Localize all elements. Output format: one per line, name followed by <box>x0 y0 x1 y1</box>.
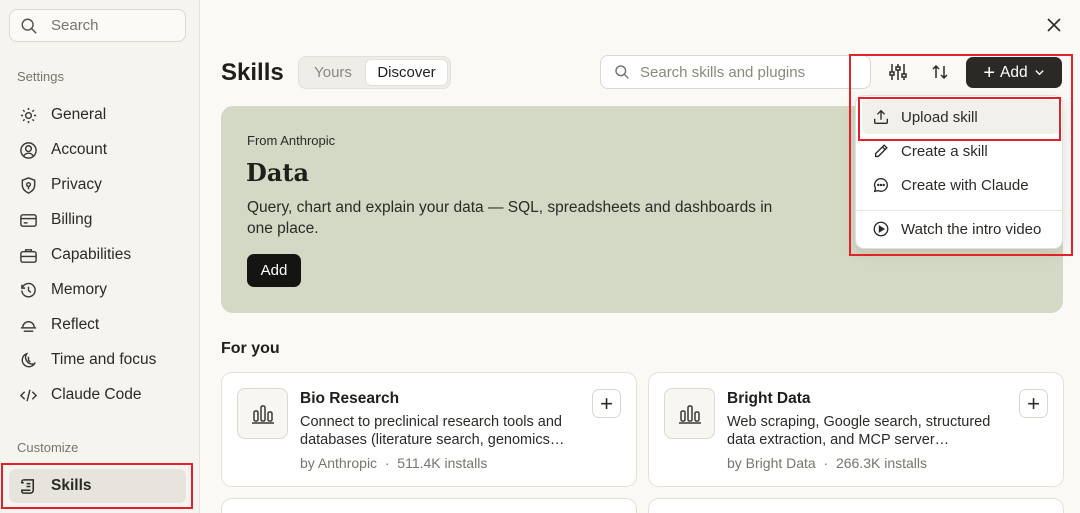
sidebar-search-placeholder: Search <box>51 17 99 34</box>
tab-discover[interactable]: Discover <box>365 59 448 86</box>
briefcase-icon <box>18 245 38 265</box>
card-author: by Anthropic <box>300 455 378 471</box>
sidebar: Search Settings General Account Privacy … <box>0 0 200 513</box>
skill-card-partial[interactable] <box>221 498 637 513</box>
sidebar-item-claude-code[interactable]: Claude Code <box>9 378 186 412</box>
chat-bubble-icon <box>873 178 888 193</box>
close-icon <box>1047 18 1061 32</box>
bar-chart-icon <box>237 388 288 439</box>
menu-divider <box>856 210 1062 211</box>
card-author: by Bright Data <box>727 455 816 471</box>
card-installs: 266.3K installs <box>835 455 928 471</box>
shield-icon <box>18 175 38 195</box>
sidebar-item-reflect[interactable]: Reflect <box>9 308 186 342</box>
tab-group: Yours Discover <box>298 56 451 89</box>
sidebar-item-label: Memory <box>51 281 107 298</box>
user-circle-icon <box>18 140 38 160</box>
meta-separator: · <box>380 455 394 471</box>
sidebar-item-memory[interactable]: Memory <box>9 273 186 307</box>
card-installs: 511.4K installs <box>397 455 488 471</box>
menu-item-label: Create with Claude <box>901 176 1029 194</box>
sidebar-item-account[interactable]: Account <box>9 133 186 167</box>
banner-kicker: From Anthropic <box>247 133 336 148</box>
sidebar-item-label: Privacy <box>51 176 102 193</box>
sidebar-search-input[interactable]: Search <box>9 9 186 42</box>
sliders-icon <box>889 64 907 80</box>
card-title: Bio Research <box>300 390 400 407</box>
sort-button[interactable] <box>928 60 952 84</box>
card-add-button[interactable]: + <box>592 389 621 418</box>
banner-title: Data <box>246 158 309 187</box>
tab-yours[interactable]: Yours <box>302 59 364 86</box>
add-button-label: Add <box>1000 63 1028 81</box>
skill-card-bio-research[interactable]: Bio Research Connect to preclinical rese… <box>221 372 637 487</box>
sidebar-item-capabilities[interactable]: Capabilities <box>9 238 186 272</box>
page-title: Skills <box>221 59 284 86</box>
search-icon <box>615 65 629 79</box>
close-button[interactable] <box>1043 14 1065 36</box>
menu-item-label: Create a skill <box>901 142 988 160</box>
menu-item-create-a-skill[interactable]: Create a skill <box>862 134 1058 168</box>
play-circle-icon <box>873 221 889 237</box>
card-description: Web scraping, Google search, structured … <box>727 414 991 448</box>
sidebar-item-skills[interactable]: Skills <box>9 469 186 503</box>
plus-icon: + <box>1027 390 1040 416</box>
sidebar-item-label: Billing <box>51 211 93 228</box>
section-settings-label: Settings <box>17 69 64 84</box>
add-dropdown-menu: Upload skill Create a skill Create with … <box>855 95 1063 249</box>
skill-card-bright-data[interactable]: Bright Data Web scraping, Google search,… <box>648 372 1064 487</box>
bar-chart-icon <box>664 388 715 439</box>
plus-icon: + <box>600 390 613 416</box>
moon-icon <box>18 350 38 370</box>
banner-description: Query, chart and explain your data — SQL… <box>247 199 773 237</box>
menu-item-label: Upload skill <box>901 108 978 126</box>
scroll-icon <box>18 476 38 496</box>
add-button[interactable]: + Add <box>966 57 1062 88</box>
sidebar-item-time-and-focus[interactable]: Time and focus <box>9 343 186 377</box>
skills-search-box[interactable] <box>600 55 871 89</box>
credit-card-icon <box>18 210 38 230</box>
sidebar-item-general[interactable]: General <box>9 98 186 132</box>
sidebar-item-label: Claude Code <box>51 386 142 403</box>
sidebar-item-label: Skills <box>51 477 92 494</box>
sidebar-item-privacy[interactable]: Privacy <box>9 168 186 202</box>
reflect-icon <box>18 315 38 335</box>
skill-card-partial[interactable] <box>648 498 1064 513</box>
banner-add-button[interactable]: Add <box>247 254 301 287</box>
sidebar-item-label: Account <box>51 141 108 158</box>
menu-item-watch-intro-video[interactable]: Watch the intro video <box>862 212 1058 246</box>
filter-button[interactable] <box>886 60 910 84</box>
chevron-down-icon <box>1034 70 1044 76</box>
sidebar-item-label: Reflect <box>51 316 100 333</box>
meta-separator: · <box>819 455 833 471</box>
menu-item-create-with-claude[interactable]: Create with Claude <box>862 168 1058 202</box>
code-icon <box>18 385 38 405</box>
sidebar-item-label: Time and focus <box>51 351 157 368</box>
section-heading-for-you: For you <box>221 340 280 357</box>
card-meta: by Bright Data · 266.3K installs <box>727 455 927 471</box>
history-icon <box>18 280 38 300</box>
pencil-icon <box>874 144 888 158</box>
upload-icon <box>874 109 888 124</box>
menu-item-upload-skill[interactable]: Upload skill <box>862 100 1058 134</box>
search-icon <box>21 18 37 34</box>
sidebar-item-label: General <box>51 106 107 123</box>
menu-item-label: Watch the intro video <box>901 220 1042 238</box>
gear-icon <box>18 105 38 125</box>
card-description: Connect to preclinical research tools an… <box>300 414 565 448</box>
skills-search-input[interactable] <box>640 63 860 81</box>
card-meta: by Anthropic · 511.4K installs <box>300 455 487 471</box>
sidebar-item-billing[interactable]: Billing <box>9 203 186 237</box>
sidebar-item-label: Capabilities <box>51 246 132 263</box>
sort-arrows-icon <box>932 64 948 80</box>
card-add-button[interactable]: + <box>1019 389 1048 418</box>
card-title: Bright Data <box>727 390 811 407</box>
section-customize-label: Customize <box>17 440 79 455</box>
plus-icon: + <box>983 61 996 84</box>
